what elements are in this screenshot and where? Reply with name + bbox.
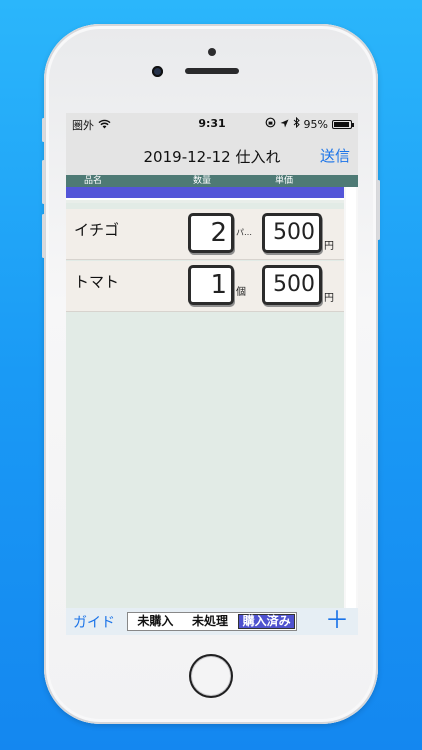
- column-unit-price: 単価: [275, 176, 294, 186]
- bluetooth-icon: [293, 116, 300, 131]
- segment-purchased[interactable]: 購入済み: [238, 614, 296, 629]
- front-camera: [152, 66, 163, 77]
- quantity-field[interactable]: 1: [188, 265, 234, 305]
- status-segmented-control: 未購入 未処理 購入済み: [127, 612, 297, 631]
- location-icon: [280, 118, 289, 131]
- scrollbar[interactable]: [344, 187, 358, 608]
- speaker-dot: [208, 48, 216, 56]
- item-name: イチゴ: [74, 221, 120, 239]
- lock-rotation-icon: [265, 117, 276, 131]
- item-name: トマト: [74, 273, 120, 291]
- item-list: イチゴ 2 パ… 500 円 トマト 1 個 500 円: [66, 203, 344, 608]
- app-screen: 圏外 9:31 95% 2019-12-12 仕入れ 送信 品名 数量 単価 イ…: [66, 113, 358, 635]
- column-quantity: 数量: [193, 176, 212, 186]
- price-field[interactable]: 500: [262, 213, 322, 253]
- home-button[interactable]: [189, 654, 233, 698]
- add-icon[interactable]: ＋: [325, 607, 349, 634]
- battery-percent: 95%: [303, 117, 328, 131]
- list-item[interactable]: イチゴ 2 パ… 500 円: [66, 209, 344, 260]
- item-unit: 個: [236, 287, 246, 298]
- earpiece: [185, 68, 239, 74]
- price-field[interactable]: 500: [262, 265, 322, 305]
- segment-unpurchased[interactable]: 未購入: [128, 613, 183, 630]
- segment-unprocessed[interactable]: 未処理: [183, 613, 238, 630]
- scroll-thumb[interactable]: [346, 187, 356, 608]
- list-item[interactable]: トマト 1 個 500 円: [66, 261, 344, 312]
- page-title: 2019-12-12 仕入れ: [143, 148, 281, 166]
- mute-switch: [42, 118, 45, 142]
- volume-down-button: [42, 214, 45, 258]
- section-header-strip: [66, 187, 344, 200]
- column-header: 品名 数量 単価: [66, 175, 358, 187]
- currency-label: 円: [324, 293, 334, 304]
- bottom-toolbar: ガイド 未購入 未処理 購入済み ＋: [66, 607, 358, 635]
- currency-label: 円: [324, 241, 334, 252]
- item-unit: パ…: [236, 228, 252, 237]
- column-name: 品名: [84, 176, 103, 186]
- guide-button[interactable]: ガイド: [73, 612, 115, 632]
- volume-up-button: [42, 160, 45, 204]
- battery-icon: [332, 119, 354, 129]
- status-bar: 圏外 9:31 95%: [66, 113, 358, 135]
- navigation-bar: 2019-12-12 仕入れ 送信: [66, 135, 358, 175]
- power-button: [377, 180, 380, 240]
- send-button[interactable]: 送信: [320, 145, 350, 166]
- quantity-field[interactable]: 2: [188, 213, 234, 253]
